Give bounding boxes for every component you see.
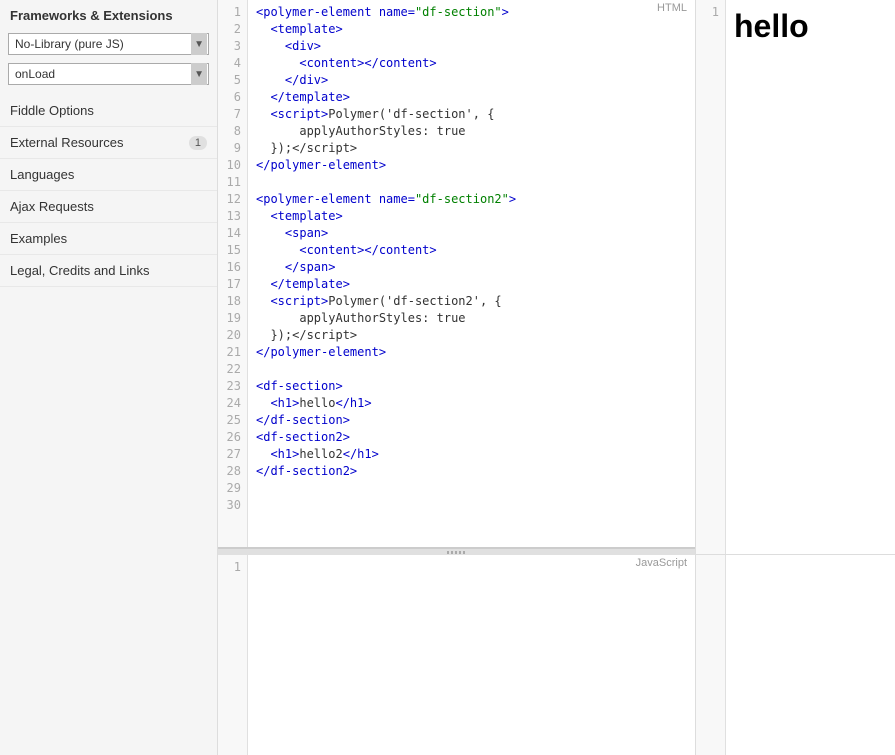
drag-handle-icon xyxy=(447,551,467,554)
sidebar-item-label: External Resources xyxy=(10,135,123,150)
onload-select-wrapper: onLoad ▼ xyxy=(8,63,209,85)
sidebar-item-external-resources[interactable]: External Resources 1 xyxy=(0,127,217,159)
external-resources-badge: 1 xyxy=(189,136,207,150)
js-panel-label: JavaScript xyxy=(635,555,695,755)
sidebar-section-title: Frameworks & Extensions xyxy=(0,0,217,29)
result-bottom-line-numbers xyxy=(696,555,726,755)
sidebar-item-examples[interactable]: Examples xyxy=(0,223,217,255)
onload-select[interactable]: onLoad xyxy=(8,63,209,85)
html-code-editor[interactable]: <polymer-element name="df-section"> <tem… xyxy=(248,0,635,547)
sidebar-item-label: Ajax Requests xyxy=(10,199,94,214)
html-line-numbers: 12345 678910 1112131415 1617181920 21222… xyxy=(218,0,248,547)
js-editor-panel: 1 JavaScript xyxy=(218,555,695,755)
sidebar-item-label: Fiddle Options xyxy=(10,103,94,118)
result-bottom-content xyxy=(726,555,895,755)
sidebar-item-label: Examples xyxy=(10,231,67,246)
library-select-wrapper: No-Library (pure JS) ▼ xyxy=(8,33,209,55)
sidebar-item-ajax-requests[interactable]: Ajax Requests xyxy=(0,191,217,223)
result-panel: 1 hello xyxy=(695,0,895,755)
html-editor-panel: 12345 678910 1112131415 1617181920 21222… xyxy=(218,0,695,549)
js-code-editor[interactable] xyxy=(248,555,635,755)
result-bottom xyxy=(696,555,895,755)
sidebar-item-legal[interactable]: Legal, Credits and Links xyxy=(0,255,217,287)
result-content-area: hello xyxy=(726,0,895,554)
result-line-numbers: 1 xyxy=(696,0,726,554)
sidebar-item-fiddle-options[interactable]: Fiddle Options xyxy=(0,95,217,127)
main-editor-area: 12345 678910 1112131415 1617181920 21222… xyxy=(218,0,695,755)
sidebar: Frameworks & Extensions No-Library (pure… xyxy=(0,0,218,755)
sidebar-item-languages[interactable]: Languages xyxy=(0,159,217,191)
js-line-numbers: 1 xyxy=(218,555,248,755)
result-hello-text: hello xyxy=(734,8,887,45)
html-panel-label: HTML xyxy=(635,0,695,547)
sidebar-item-label: Languages xyxy=(10,167,74,182)
sidebar-item-label: Legal, Credits and Links xyxy=(10,263,149,278)
result-top: 1 hello xyxy=(696,0,895,555)
library-select[interactable]: No-Library (pure JS) xyxy=(8,33,209,55)
